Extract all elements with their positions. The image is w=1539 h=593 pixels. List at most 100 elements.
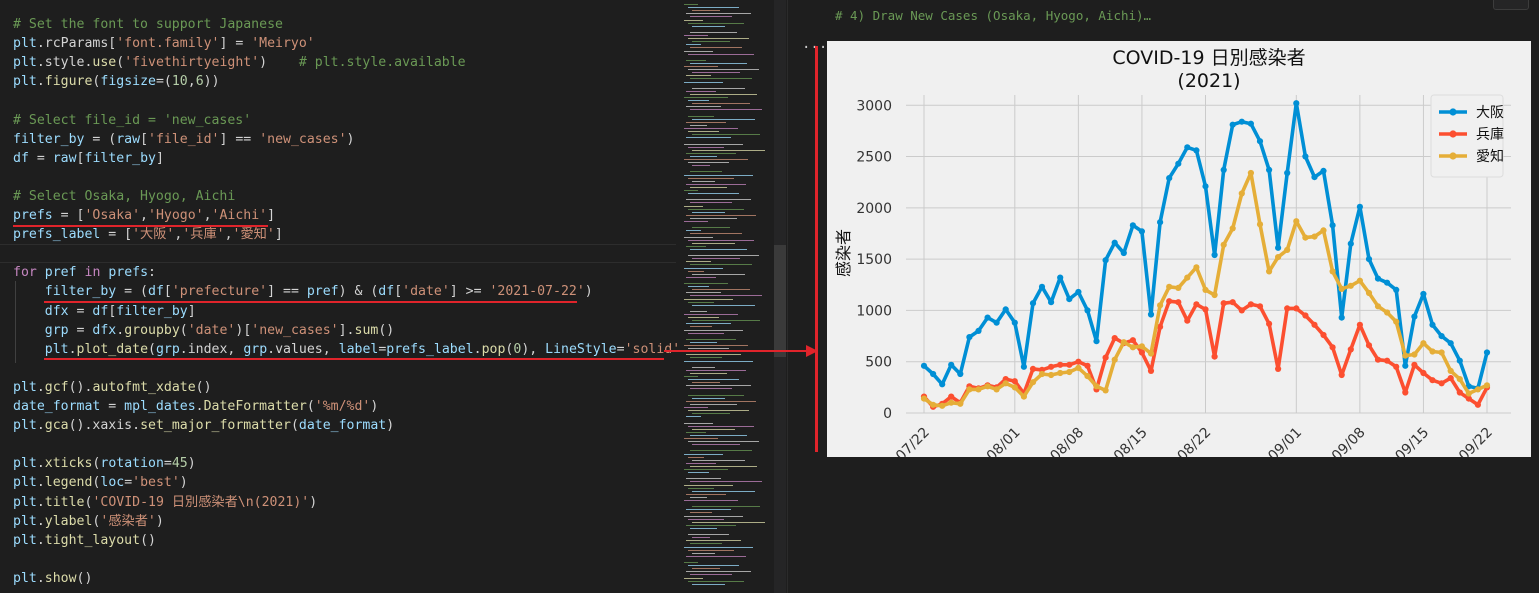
code-token: , <box>203 208 212 223</box>
data-point <box>1020 393 1027 400</box>
code-token: grp <box>44 322 69 338</box>
code-token: in <box>84 265 101 281</box>
data-point <box>1483 382 1491 389</box>
data-point <box>920 395 928 402</box>
minimap-line <box>692 134 760 136</box>
data-point <box>975 386 982 393</box>
code-token: '兵庫' <box>182 227 225 243</box>
code-token: figsize <box>100 74 156 90</box>
minimap-line <box>688 270 704 272</box>
minimap-line <box>684 35 708 36</box>
data-point <box>1247 301 1254 308</box>
code-token: . <box>195 399 204 414</box>
data-point <box>984 383 991 390</box>
data-point <box>1175 160 1182 167</box>
data-point <box>975 327 982 334</box>
code-token: 'prefecture' <box>171 284 268 300</box>
data-point <box>1447 375 1454 382</box>
data-point <box>1138 343 1145 350</box>
minimap-line <box>692 258 740 260</box>
code-token: () <box>76 570 93 586</box>
code-token: . <box>36 570 45 586</box>
data-point <box>1193 264 1200 271</box>
x-tick-label: 09/15 <box>1392 425 1432 457</box>
code-token: .style. <box>36 55 93 71</box>
minimap-line <box>684 376 698 377</box>
minimap-line <box>688 239 754 241</box>
y-tick-label: 1500 <box>856 252 892 268</box>
data-point <box>1175 299 1182 306</box>
minimap-line <box>690 16 732 18</box>
minimap[interactable] <box>678 0 774 593</box>
code-token: 'Hyogo' <box>148 208 204 223</box>
code-token: loc <box>100 475 125 491</box>
minimap-line <box>684 50 713 52</box>
scrollbar-thumb[interactable] <box>774 245 786 357</box>
chart-output: 0 500 1000 1500 2000 2500 3000 07/22 08/01 08/08 0… <box>827 41 1531 457</box>
data-point <box>1393 363 1400 370</box>
minimap-line <box>686 90 716 92</box>
code-line: plt.style.use('fivethirtyeight') # plt.s… <box>13 53 466 72</box>
data-point <box>1075 364 1082 371</box>
data-point <box>1456 357 1463 364</box>
code-token: 'font.family' <box>116 36 220 52</box>
minimap-line <box>684 314 738 315</box>
minimap-line <box>690 31 737 33</box>
code-token: )) <box>203 74 220 90</box>
data-point <box>1365 342 1373 349</box>
minimap-line <box>684 469 728 470</box>
code-token: raw <box>116 131 141 147</box>
minimap-line <box>690 434 747 436</box>
minimap-line <box>684 360 753 362</box>
minimap-line <box>684 562 698 563</box>
code-token: plt <box>13 74 37 90</box>
minimap-line <box>688 317 719 319</box>
data-point <box>1111 239 1118 246</box>
toolbar-button[interactable] <box>1493 0 1529 10</box>
code-token: 'Aichi' <box>211 208 268 223</box>
legend-swatch-marker <box>1449 130 1457 138</box>
scrollbar[interactable] <box>774 0 786 593</box>
data-point <box>1029 300 1037 307</box>
data-point <box>1166 298 1173 305</box>
minimap-line <box>686 59 706 61</box>
minimap-line <box>688 69 759 71</box>
data-point <box>1483 349 1491 356</box>
code-token: .values, <box>267 341 339 357</box>
code-token: [ <box>394 284 403 300</box>
minimap-line <box>688 565 739 567</box>
code-token: 45 <box>171 456 188 472</box>
minimap-line <box>688 100 709 102</box>
data-point <box>1320 331 1327 339</box>
minimap-line <box>692 10 720 12</box>
code-token: groupby <box>124 322 180 338</box>
minimap-line <box>686 214 756 216</box>
data-point <box>1002 380 1009 387</box>
code-token: '%m/%d' <box>314 399 371 414</box>
code-token: plt <box>13 494 37 510</box>
code-token: plt <box>13 55 37 71</box>
minimap-line <box>688 441 759 443</box>
code-token: ) <box>155 513 164 529</box>
code-token: . <box>68 341 77 357</box>
code-token: 'new_cases' <box>251 322 339 338</box>
code-token: plt <box>13 36 37 52</box>
code-line: prefs = ['Osaka','Hyogo','Aichi'] <box>13 206 275 225</box>
minimap-line <box>692 397 725 399</box>
data-point <box>1066 361 1073 368</box>
code-line: for pref in prefs: <box>13 263 156 282</box>
code-token: ]. <box>338 322 355 338</box>
minimap-line <box>686 44 701 46</box>
code-editor[interactable]: # Set the font to support Japanese plt.rc… <box>0 0 688 593</box>
code-token: ] <box>155 150 164 166</box>
x-tick-label: 08/22 <box>1174 425 1214 457</box>
data-point <box>1211 291 1218 299</box>
data-point <box>1057 369 1064 377</box>
data-point <box>1311 321 1318 328</box>
minimap-line <box>688 348 729 350</box>
minimap-line <box>690 372 727 374</box>
minimap-line <box>692 211 725 213</box>
minimap-line <box>684 66 718 67</box>
data-point <box>1048 363 1055 370</box>
